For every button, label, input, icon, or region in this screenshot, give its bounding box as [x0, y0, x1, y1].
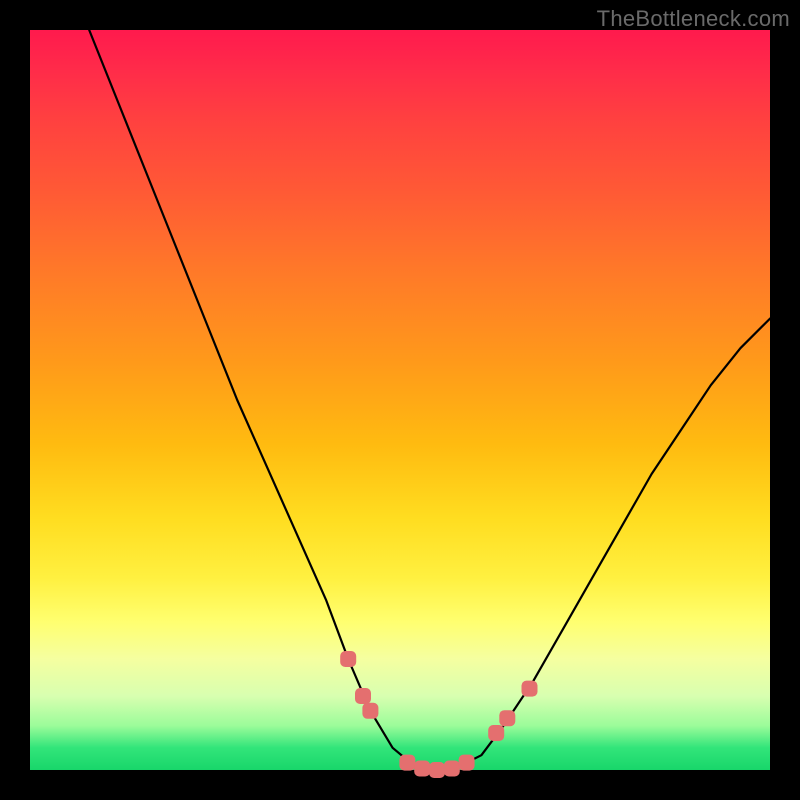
curve-marker	[429, 762, 445, 778]
curve-marker	[362, 703, 378, 719]
curve-marker	[459, 755, 475, 771]
plot-area	[30, 30, 770, 770]
bottleneck-curve-path	[89, 30, 770, 770]
curve-marker	[499, 710, 515, 726]
curve-marker	[399, 755, 415, 771]
curve-marker	[414, 761, 430, 777]
curve-marker	[444, 761, 460, 777]
curve-marker	[488, 725, 504, 741]
curve-group	[89, 30, 770, 770]
watermark-text: TheBottleneck.com	[597, 6, 790, 32]
marker-group	[340, 651, 537, 778]
bottleneck-chart-svg	[30, 30, 770, 770]
chart-frame: TheBottleneck.com	[0, 0, 800, 800]
curve-marker	[340, 651, 356, 667]
curve-marker	[522, 681, 538, 697]
curve-marker	[355, 688, 371, 704]
